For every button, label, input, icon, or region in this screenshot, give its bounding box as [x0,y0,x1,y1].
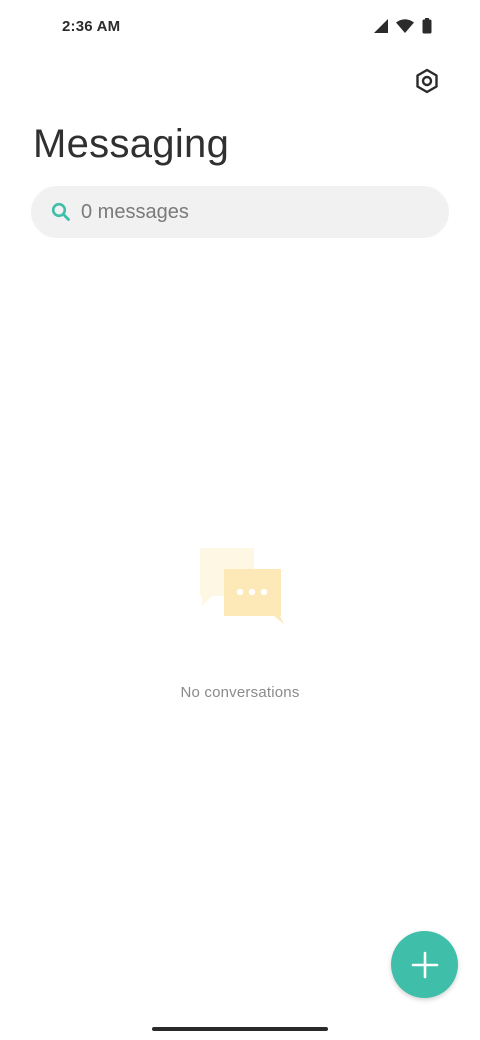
gear-icon [414,68,440,94]
settings-button[interactable] [410,64,444,98]
search-icon [51,202,71,222]
home-indicator[interactable] [152,1027,328,1031]
status-bar: 2:36 AM [0,0,480,56]
battery-icon [422,18,432,34]
new-conversation-button[interactable] [391,931,458,998]
cellular-signal-icon [374,19,388,33]
plus-icon [411,951,439,979]
search-bar[interactable] [31,186,449,238]
status-time: 2:36 AM [62,18,121,35]
page-title: Messaging [33,122,230,166]
empty-state: No conversations [0,544,480,701]
wifi-icon [396,19,414,33]
status-icons [374,18,432,34]
chat-bubbles-icon [194,544,286,626]
empty-state-text: No conversations [180,684,300,701]
search-input[interactable] [81,200,421,224]
messaging-screen: 2:36 AM Messaging 0 messages No conversa… [0,0,480,1040]
